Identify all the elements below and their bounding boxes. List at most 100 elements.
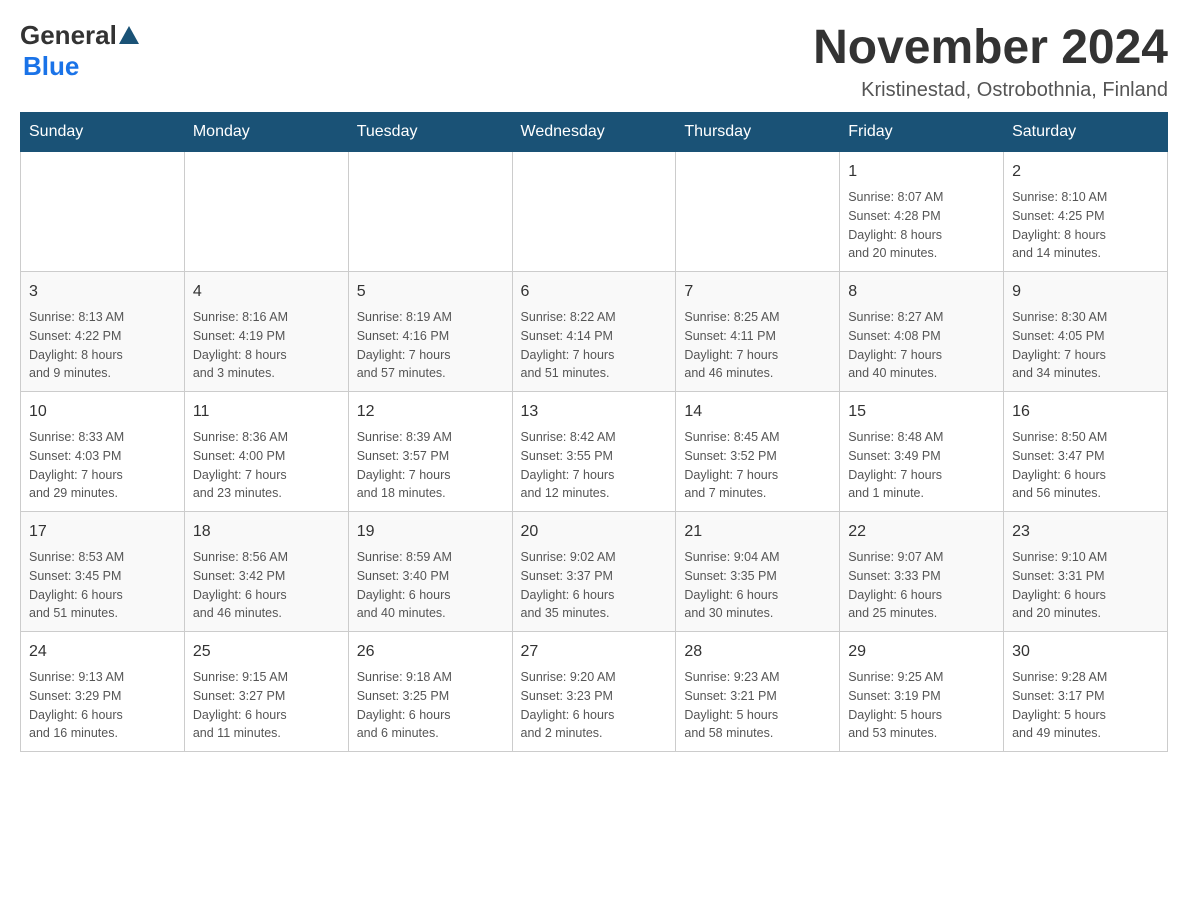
day-info: Sunrise: 8:25 AM Sunset: 4:11 PM Dayligh… <box>684 308 831 383</box>
calendar-cell: 30Sunrise: 9:28 AM Sunset: 3:17 PM Dayli… <box>1004 632 1168 752</box>
calendar-cell <box>676 152 840 272</box>
calendar-cell: 7 Sunrise: 8:25 AM Sunset: 4:11 PM Daylig… <box>676 272 840 392</box>
logo-triangle-icon <box>119 26 139 44</box>
day-info: Sunrise: 9:23 AM Sunset: 3:21 PM Dayligh… <box>684 668 831 743</box>
week-row-3: 10Sunrise: 8:33 AM Sunset: 4:03 PM Dayli… <box>21 392 1168 512</box>
calendar-cell: 19 Sunrise: 8:59 AM Sunset: 3:40 PM Dayli… <box>348 512 512 632</box>
week-row-4: 17 Sunrise: 8:53 AM Sunset: 3:45 PM Dayli… <box>21 512 1168 632</box>
calendar-cell: 25 Sunrise: 9:15 AM Sunset: 3:27 PM Dayli… <box>184 632 348 752</box>
day-number: 7 <box>684 280 831 304</box>
day-number: 22 <box>848 520 995 544</box>
calendar-cell: 20 Sunrise: 9:02 AM Sunset: 3:37 PM Dayli… <box>512 512 676 632</box>
day-number: 27 <box>521 640 668 664</box>
header: General Blue November 2024 Kristinestad,… <box>20 20 1168 102</box>
day-number: 17 <box>29 520 176 544</box>
weekday-header-tuesday: Tuesday <box>348 113 512 152</box>
calendar-cell: 4 Sunrise: 8:16 AM Sunset: 4:19 PM Daylig… <box>184 272 348 392</box>
day-number: 25 <box>193 640 340 664</box>
day-number: 4 <box>193 280 340 304</box>
day-number: 9 <box>1012 280 1159 304</box>
calendar-cell: 17 Sunrise: 8:53 AM Sunset: 3:45 PM Dayli… <box>21 512 185 632</box>
logo: General Blue <box>20 20 139 82</box>
calendar-cell: 6 Sunrise: 8:22 AM Sunset: 4:14 PM Daylig… <box>512 272 676 392</box>
calendar-cell: 13 Sunrise: 8:42 AM Sunset: 3:55 PM Dayli… <box>512 392 676 512</box>
day-info: Sunrise: 8:48 AM Sunset: 3:49 PM Dayligh… <box>848 428 995 503</box>
calendar-cell <box>512 152 676 272</box>
day-number: 11 <box>193 400 340 424</box>
calendar-cell: 15 Sunrise: 8:48 AM Sunset: 3:49 PM Dayli… <box>840 392 1004 512</box>
day-info: Sunrise: 8:53 AM Sunset: 3:45 PM Dayligh… <box>29 548 176 623</box>
day-info: Sunrise: 8:16 AM Sunset: 4:19 PM Dayligh… <box>193 308 340 383</box>
calendar-cell: 9 Sunrise: 8:30 AM Sunset: 4:05 PM Daylig… <box>1004 272 1168 392</box>
weekday-header-sunday: Sunday <box>21 113 185 152</box>
weekday-header-friday: Friday <box>840 113 1004 152</box>
location-title: Kristinestad, Ostrobothnia, Finland <box>813 79 1168 102</box>
day-info: Sunrise: 8:22 AM Sunset: 4:14 PM Dayligh… <box>521 308 668 383</box>
day-number: 20 <box>521 520 668 544</box>
calendar-cell: 14Sunrise: 8:45 AM Sunset: 3:52 PM Dayli… <box>676 392 840 512</box>
week-row-5: 24 Sunrise: 9:13 AM Sunset: 3:29 PM Dayli… <box>21 632 1168 752</box>
day-info: Sunrise: 8:19 AM Sunset: 4:16 PM Dayligh… <box>357 308 504 383</box>
calendar-cell: 24 Sunrise: 9:13 AM Sunset: 3:29 PM Dayli… <box>21 632 185 752</box>
calendar-cell: 10Sunrise: 8:33 AM Sunset: 4:03 PM Dayli… <box>21 392 185 512</box>
day-info: Sunrise: 8:50 AM Sunset: 3:47 PM Dayligh… <box>1012 428 1159 503</box>
calendar-cell: 27 Sunrise: 9:20 AM Sunset: 3:23 PM Dayli… <box>512 632 676 752</box>
calendar-table: SundayMondayTuesdayWednesdayThursdayFrid… <box>20 112 1168 752</box>
day-info: Sunrise: 8:27 AM Sunset: 4:08 PM Dayligh… <box>848 308 995 383</box>
day-number: 1 <box>848 160 995 184</box>
month-title: November 2024 <box>813 20 1168 75</box>
day-info: Sunrise: 8:59 AM Sunset: 3:40 PM Dayligh… <box>357 548 504 623</box>
day-number: 15 <box>848 400 995 424</box>
calendar-cell: 28 Sunrise: 9:23 AM Sunset: 3:21 PM Dayli… <box>676 632 840 752</box>
title-area: November 2024 Kristinestad, Ostrobothnia… <box>813 20 1168 102</box>
day-info: Sunrise: 9:04 AM Sunset: 3:35 PM Dayligh… <box>684 548 831 623</box>
day-number: 28 <box>684 640 831 664</box>
calendar-cell: 26 Sunrise: 9:18 AM Sunset: 3:25 PM Dayli… <box>348 632 512 752</box>
day-number: 23 <box>1012 520 1159 544</box>
calendar-cell: 5Sunrise: 8:19 AM Sunset: 4:16 PM Daylig… <box>348 272 512 392</box>
weekday-header-thursday: Thursday <box>676 113 840 152</box>
weekday-header-row: SundayMondayTuesdayWednesdayThursdayFrid… <box>21 113 1168 152</box>
day-info: Sunrise: 8:13 AM Sunset: 4:22 PM Dayligh… <box>29 308 176 383</box>
weekday-header-wednesday: Wednesday <box>512 113 676 152</box>
day-number: 3 <box>29 280 176 304</box>
calendar-cell <box>21 152 185 272</box>
day-number: 12 <box>357 400 504 424</box>
day-number: 19 <box>357 520 504 544</box>
day-number: 10 <box>29 400 176 424</box>
calendar-cell: 21 Sunrise: 9:04 AM Sunset: 3:35 PM Dayli… <box>676 512 840 632</box>
day-info: Sunrise: 9:02 AM Sunset: 3:37 PM Dayligh… <box>521 548 668 623</box>
day-number: 21 <box>684 520 831 544</box>
logo-general-text: General <box>20 20 117 51</box>
day-number: 16 <box>1012 400 1159 424</box>
day-info: Sunrise: 9:20 AM Sunset: 3:23 PM Dayligh… <box>521 668 668 743</box>
week-row-2: 3 Sunrise: 8:13 AM Sunset: 4:22 PM Daylig… <box>21 272 1168 392</box>
calendar-cell: 1 Sunrise: 8:07 AM Sunset: 4:28 PM Daylig… <box>840 152 1004 272</box>
day-info: Sunrise: 8:56 AM Sunset: 3:42 PM Dayligh… <box>193 548 340 623</box>
day-info: Sunrise: 9:07 AM Sunset: 3:33 PM Dayligh… <box>848 548 995 623</box>
day-info: Sunrise: 9:10 AM Sunset: 3:31 PM Dayligh… <box>1012 548 1159 623</box>
calendar-cell: 12 Sunrise: 8:39 AM Sunset: 3:57 PM Dayli… <box>348 392 512 512</box>
calendar-cell: 11Sunrise: 8:36 AM Sunset: 4:00 PM Dayli… <box>184 392 348 512</box>
day-number: 18 <box>193 520 340 544</box>
day-info: Sunrise: 8:30 AM Sunset: 4:05 PM Dayligh… <box>1012 308 1159 383</box>
day-info: Sunrise: 8:39 AM Sunset: 3:57 PM Dayligh… <box>357 428 504 503</box>
day-info: Sunrise: 9:18 AM Sunset: 3:25 PM Dayligh… <box>357 668 504 743</box>
day-number: 30 <box>1012 640 1159 664</box>
calendar-cell: 2 Sunrise: 8:10 AM Sunset: 4:25 PM Daylig… <box>1004 152 1168 272</box>
calendar-cell: 16 Sunrise: 8:50 AM Sunset: 3:47 PM Dayli… <box>1004 392 1168 512</box>
day-info: Sunrise: 8:42 AM Sunset: 3:55 PM Dayligh… <box>521 428 668 503</box>
day-info: Sunrise: 8:10 AM Sunset: 4:25 PM Dayligh… <box>1012 188 1159 263</box>
calendar-cell: 8Sunrise: 8:27 AM Sunset: 4:08 PM Daylig… <box>840 272 1004 392</box>
day-info: Sunrise: 9:13 AM Sunset: 3:29 PM Dayligh… <box>29 668 176 743</box>
day-number: 2 <box>1012 160 1159 184</box>
day-number: 14 <box>684 400 831 424</box>
calendar-cell: 22 Sunrise: 9:07 AM Sunset: 3:33 PM Dayli… <box>840 512 1004 632</box>
day-info: Sunrise: 9:15 AM Sunset: 3:27 PM Dayligh… <box>193 668 340 743</box>
day-number: 13 <box>521 400 668 424</box>
calendar-cell: 29Sunrise: 9:25 AM Sunset: 3:19 PM Dayli… <box>840 632 1004 752</box>
day-number: 6 <box>521 280 668 304</box>
day-number: 24 <box>29 640 176 664</box>
day-info: Sunrise: 8:07 AM Sunset: 4:28 PM Dayligh… <box>848 188 995 263</box>
day-number: 26 <box>357 640 504 664</box>
